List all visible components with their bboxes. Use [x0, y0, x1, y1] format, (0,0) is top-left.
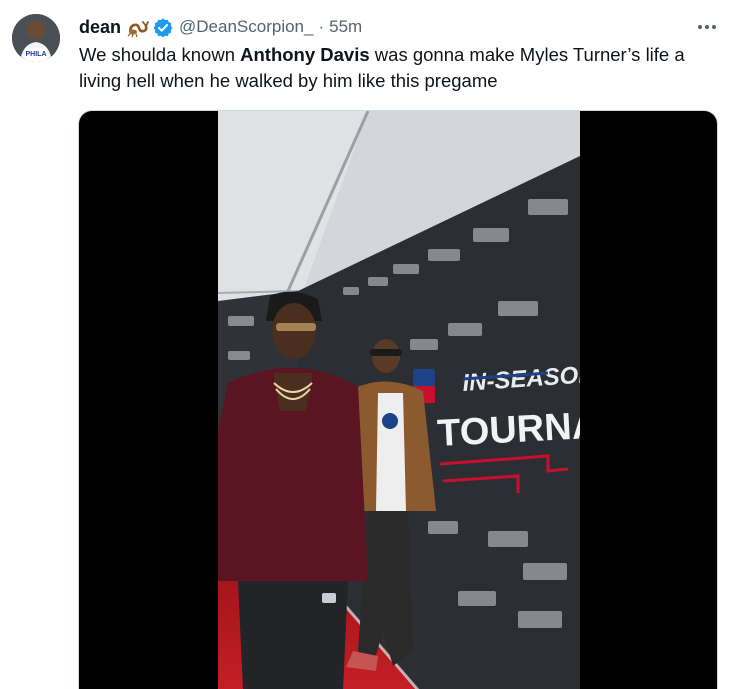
- user-handle[interactable]: @DeanScorpion_: [179, 17, 313, 37]
- tweet-text-bold[interactable]: Anthony Davis: [240, 44, 370, 65]
- video-player[interactable]: IN-SEASON TOURNAMENT: [78, 110, 718, 689]
- avatar-image: PHILA: [12, 14, 60, 62]
- separator-dot: ·: [318, 17, 325, 36]
- tweet-header: dean @DeanScorpion_ · 55m: [79, 15, 362, 39]
- display-name[interactable]: dean: [79, 17, 121, 38]
- avatar[interactable]: PHILA: [12, 14, 60, 62]
- video-frame: IN-SEASON TOURNAMENT: [218, 111, 580, 689]
- tweet-card[interactable]: PHILA dean @DeanScorpion_ · 55m We shoul…: [0, 0, 739, 689]
- more-options-icon[interactable]: [695, 17, 719, 37]
- verified-badge-icon[interactable]: [153, 17, 173, 37]
- tweet-text-before: We shoulda known: [79, 44, 241, 65]
- video-still: IN-SEASON TOURNAMENT: [218, 111, 580, 689]
- avatar-jersey-text: PHILA: [26, 51, 47, 58]
- timestamp[interactable]: 55m: [329, 17, 362, 37]
- tweet-text: We shoulda known Anthony Davis was gonna…: [79, 42, 719, 94]
- scorpion-emoji-icon: [127, 21, 149, 38]
